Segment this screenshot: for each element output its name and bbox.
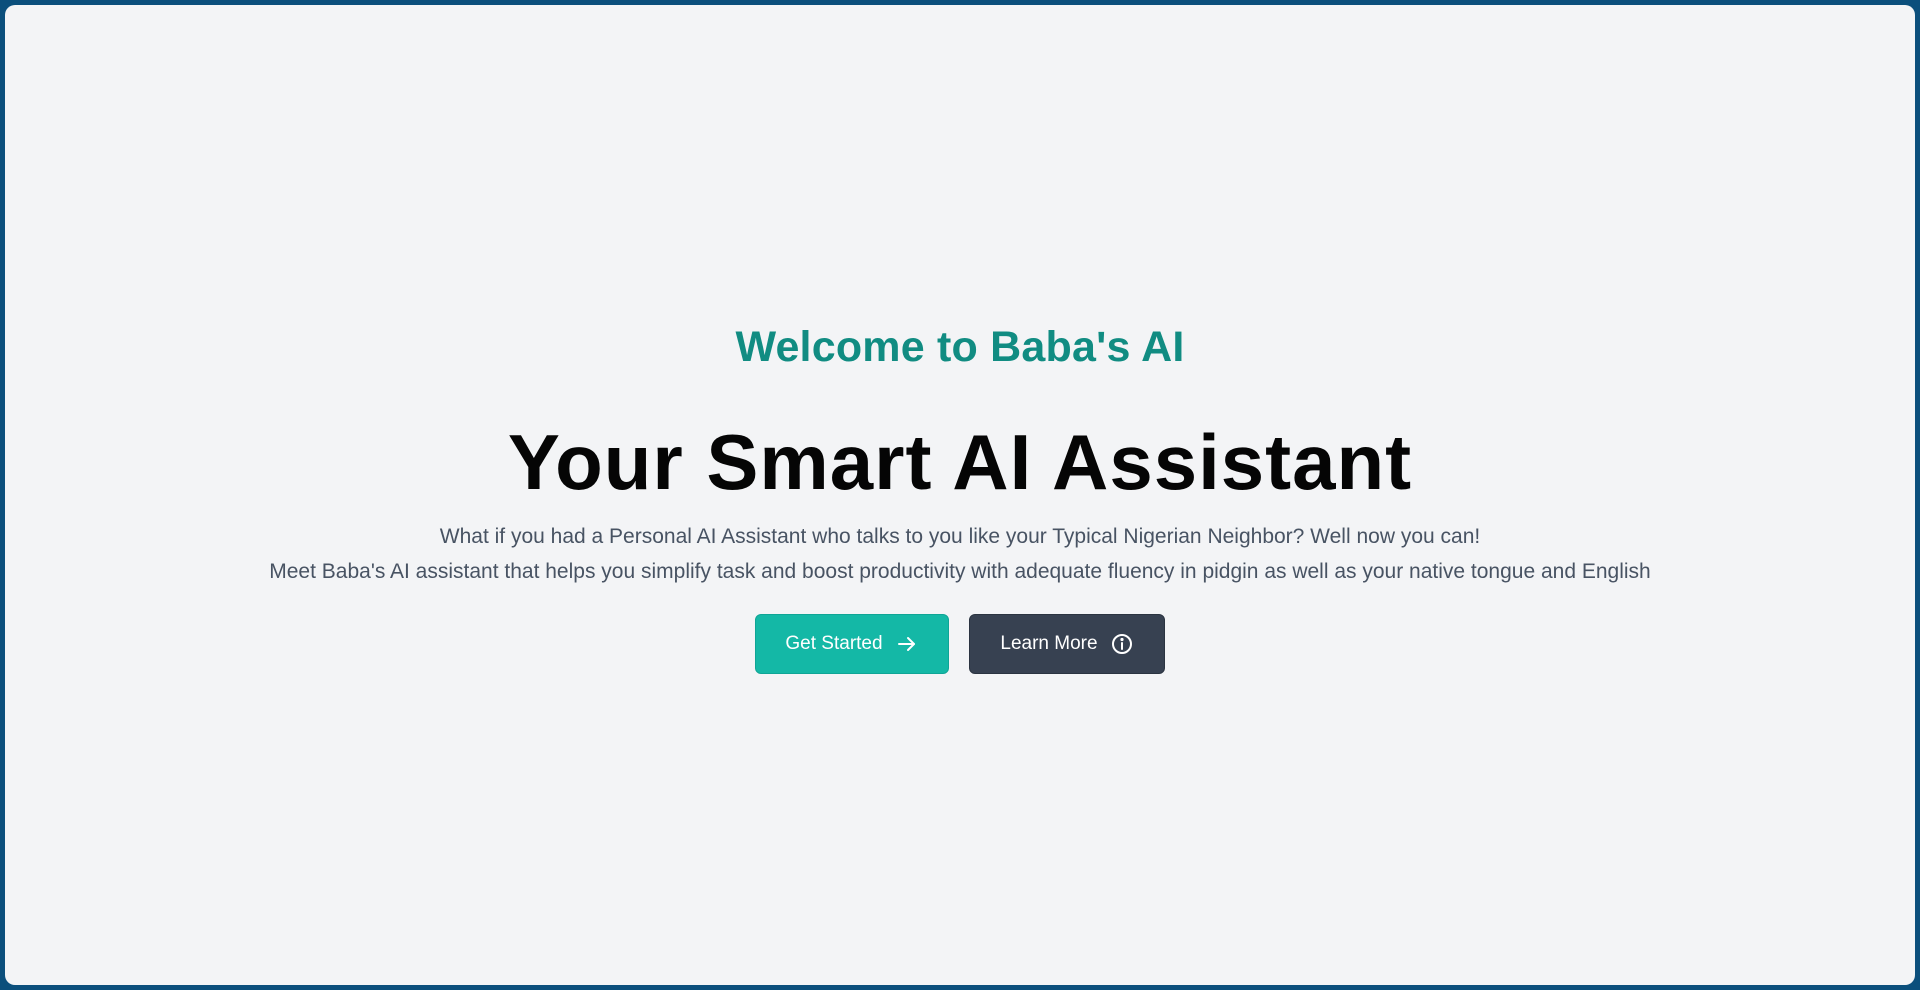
arrow-right-icon xyxy=(897,637,915,651)
get-started-button[interactable]: Get Started xyxy=(755,614,949,674)
description-line: Meet Baba's AI assistant that helps you … xyxy=(269,560,1651,583)
info-circle-icon xyxy=(1111,634,1132,654)
main-headline: Your Smart AI Assistant xyxy=(507,418,1413,506)
page-frame: Welcome to Baba's AI Your Smart AI Assis… xyxy=(5,5,1915,985)
description-line: What if you had a Personal AI Assistant … xyxy=(439,525,1481,548)
get-started-label: Get Started xyxy=(785,633,883,654)
hero-description: What if you had a Personal AI Assistant … xyxy=(5,519,1915,589)
learn-more-label: Learn More xyxy=(1000,633,1098,654)
learn-more-button[interactable]: Learn More xyxy=(969,614,1165,674)
hero-actions: Get Started Learn More xyxy=(5,614,1915,674)
welcome-heading: Welcome to Baba's AI xyxy=(735,323,1185,371)
hero-section: Welcome to Baba's AI Your Smart AI Assis… xyxy=(5,5,1915,985)
